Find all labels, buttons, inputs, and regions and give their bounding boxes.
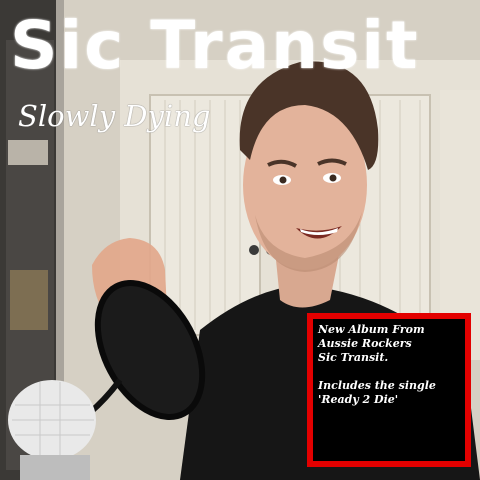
album-title: Slowly Dying (18, 99, 211, 133)
info-line: 'Ready 2 Die' (318, 393, 399, 406)
info-line: New Album From (318, 323, 425, 336)
album-info-box: New Album From Aussie Rockers Sic Transi… (307, 313, 471, 467)
band-name-title: Sic Transit (10, 7, 420, 84)
album-info-text: New Album From Aussie Rockers Sic Transi… (318, 323, 464, 407)
info-line: Aussie Rockers (318, 337, 412, 350)
info-line: Sic Transit. (318, 351, 389, 364)
info-line: Includes the single (318, 379, 436, 392)
cover-art: Sic Transit Slowly Dying New Album From … (0, 0, 480, 480)
